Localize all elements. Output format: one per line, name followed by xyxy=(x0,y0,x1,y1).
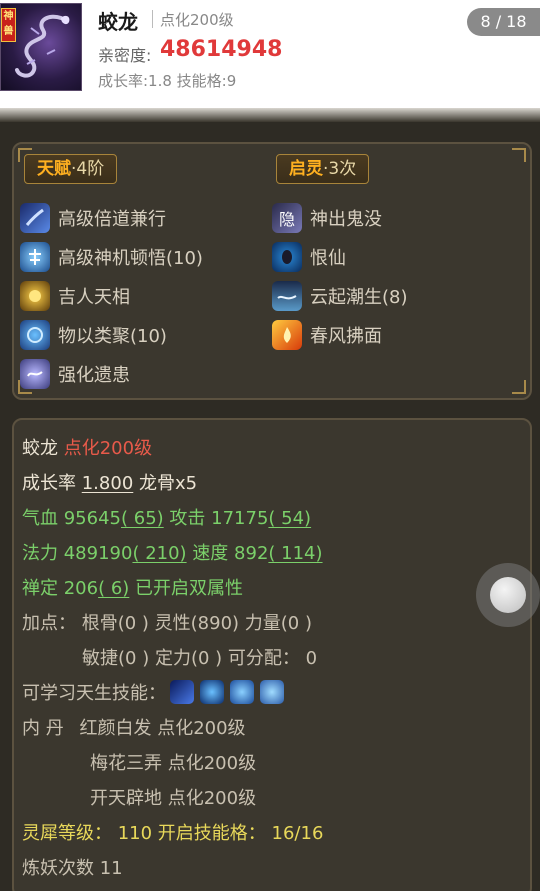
neidan-item: 梅花三弄 点化200级 xyxy=(90,753,257,774)
neidan-row: 内 丹 红颜白发 点化200级 xyxy=(22,714,246,740)
atk-bonus: ( 54) xyxy=(268,508,312,529)
dragon-icon xyxy=(15,14,70,78)
frame-corner xyxy=(512,148,526,162)
intimacy-value: 48614948 xyxy=(160,37,283,62)
learnable-row: 可学习天生技能： xyxy=(22,679,290,705)
skill-label: 高级神机顿悟(10) xyxy=(58,248,203,269)
skill-item[interactable]: 强化遗患 xyxy=(20,358,130,390)
hp-value: 95645 xyxy=(63,508,121,529)
skill-label: 物以类聚(10) xyxy=(58,326,167,347)
spd-bonus: ( 114) xyxy=(268,543,323,564)
focus-value: 206 xyxy=(63,578,99,599)
divine-beast-tag: 神兽 xyxy=(1,8,16,42)
skill-label: 高级倍道兼行 xyxy=(58,209,166,230)
skill-item[interactable]: 高级神机顿悟(10) xyxy=(20,241,203,273)
skill-label: 云起潮生(8) xyxy=(310,287,408,308)
growth-row: 成长率 1.800 龙骨x5 xyxy=(22,469,197,495)
points-row-2: 敏捷(0 ) 定力(0 ) 可分配： 0 xyxy=(82,648,318,669)
spd-label: 速度 xyxy=(192,543,229,564)
mp-spd-row: 法力 489190( 210) 速度 892( 114) xyxy=(22,539,323,565)
focus-bonus: ( 6) xyxy=(98,578,130,599)
header-shadow xyxy=(0,108,540,122)
dragon-skill-icon[interactable] xyxy=(230,680,254,704)
hp-label: 气血 xyxy=(22,508,58,529)
pet-header: 神兽 蛟龙 点化200级 亲密度: 48614948 成长率:1.8 技能格:9… xyxy=(0,0,540,108)
skills-panel: 天赋·4阶 启灵·3次 高级倍道兼行 高级神机顿悟(10) 吉人天相 物以类聚(… xyxy=(12,142,532,400)
talent-tag-level: ·4阶 xyxy=(71,159,105,179)
skill-label: 强化遗患 xyxy=(58,365,130,386)
gather-icon xyxy=(20,320,50,350)
stats-pet-level: 点化200级 xyxy=(63,438,153,459)
hp-atk-row: 气血 95645( 65) 攻击 17175( 54) xyxy=(22,504,311,530)
atk-label: 攻击 xyxy=(169,508,206,529)
growth-summary: 成长率:1.8 技能格:9 xyxy=(98,72,237,90)
talent-tag: 天赋·4阶 xyxy=(24,154,118,184)
focus-label: 禅定 xyxy=(22,578,58,599)
swirl-skill-icon[interactable] xyxy=(200,680,224,704)
growth-label: 成长率 xyxy=(22,473,76,494)
awaken-tag-count: ·3次 xyxy=(323,159,357,179)
neidan-item: 红颜白发 点化200级 xyxy=(79,718,246,739)
awaken-tag: 启灵·3次 xyxy=(276,154,370,184)
skill-item[interactable]: 云起潮生(8) xyxy=(272,280,408,312)
lingering-bane-icon xyxy=(20,359,50,389)
mp-label: 法力 xyxy=(22,543,58,564)
pet-avatar[interactable]: 神兽 xyxy=(0,3,82,91)
golden-fortune-icon xyxy=(20,281,50,311)
pet-level: 点化200级 xyxy=(160,11,234,29)
flame-icon xyxy=(272,320,302,350)
floating-assist-button[interactable] xyxy=(476,563,540,627)
skill-item[interactable]: 物以类聚(10) xyxy=(20,319,167,351)
pet-name: 蛟龙 xyxy=(98,10,138,34)
mp-bonus: ( 210) xyxy=(132,543,187,564)
skill-label: 恨仙 xyxy=(310,248,346,269)
skill-item[interactable]: 恨仙 xyxy=(272,241,346,273)
stealth-icon: 隐 xyxy=(272,203,302,233)
neidan-label: 内 丹 xyxy=(22,718,64,739)
ghost-face-icon xyxy=(272,242,302,272)
spd-value: 892 xyxy=(234,543,269,564)
skill-label: 春风拂面 xyxy=(310,326,382,347)
mp-value: 489190 xyxy=(63,543,133,564)
points-row-1: 加点： 根骨(0 ) 灵性(890) 力量(0 ) xyxy=(22,613,313,634)
divider xyxy=(152,10,153,28)
skill-label: 吉人天相 xyxy=(58,287,130,308)
hp-bonus: ( 65) xyxy=(121,508,164,529)
skill-item[interactable]: 高级倍道兼行 xyxy=(20,202,166,234)
skill-label: 神出鬼没 xyxy=(310,209,382,230)
stats-pet-name: 蛟龙 xyxy=(22,438,58,459)
page-indicator[interactable]: 8 / 18 xyxy=(467,8,540,36)
talent-tag-name: 天赋 xyxy=(37,159,71,179)
skill-item[interactable]: 隐 神出鬼没 xyxy=(272,202,382,234)
dragon-bone: 龙骨x5 xyxy=(139,473,198,494)
stats-title-row: 蛟龙 点化200级 xyxy=(22,434,152,460)
blade-skill-icon[interactable] xyxy=(170,680,194,704)
wind-blade-icon xyxy=(20,203,50,233)
growth-value: 1.800 xyxy=(81,473,134,494)
stats-panel: 蛟龙 点化200级 成长率 1.800 龙骨x5 气血 95645( 65) 攻… xyxy=(12,418,532,891)
dual-attribute: 已开启双属性 xyxy=(135,578,244,599)
focus-row: 禅定 206( 6) 已开启双属性 xyxy=(22,574,243,600)
tide-icon xyxy=(272,281,302,311)
lingxi-row: 灵犀等级： 110 开启技能格： 16/16 xyxy=(22,823,324,844)
skill-item[interactable]: 春风拂面 xyxy=(272,319,382,351)
awaken-tag-name: 启灵 xyxy=(289,159,323,179)
floating-button-knob xyxy=(490,577,526,613)
orb-skill-icon[interactable] xyxy=(260,680,284,704)
frame-corner xyxy=(512,380,526,394)
intimacy-label: 亲密度: xyxy=(98,46,152,65)
skill-item[interactable]: 吉人天相 xyxy=(20,280,130,312)
refine-row: 炼妖次数 11 xyxy=(22,858,123,879)
learnable-label: 可学习天生技能： xyxy=(22,683,166,704)
atk-value: 17175 xyxy=(211,508,269,529)
neidan-item: 开天辟地 点化200级 xyxy=(90,788,257,809)
divine-insight-icon xyxy=(20,242,50,272)
